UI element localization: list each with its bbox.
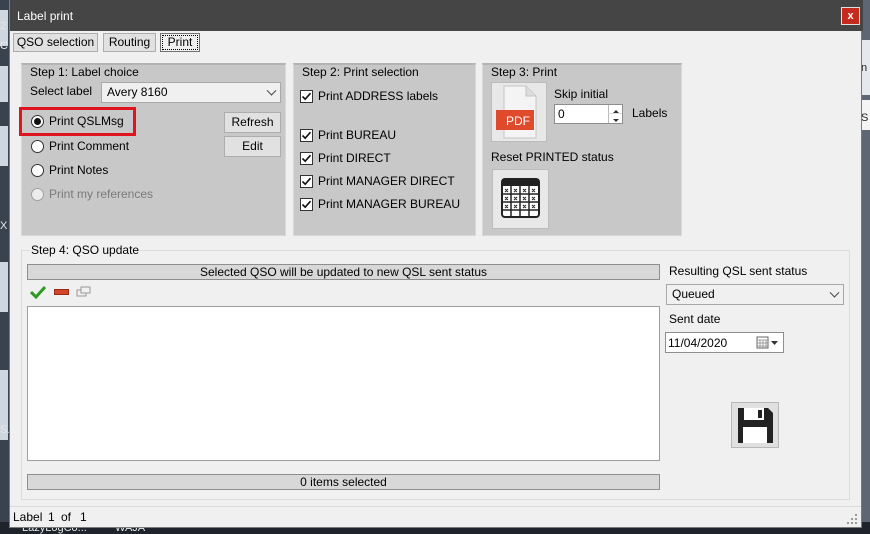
calendar-icon[interactable] <box>756 336 782 350</box>
labels-caption: Labels <box>632 106 668 120</box>
skip-initial-value: 0 <box>558 107 565 121</box>
radio-label-print-notes: Print Notes <box>49 163 109 177</box>
checkbox-print-direct[interactable] <box>300 152 313 165</box>
step1-title: Step 1: Label choice <box>30 65 139 79</box>
skip-initial-label: Skip initial <box>554 87 609 101</box>
pdf-print-button[interactable]: PDF <box>491 82 547 142</box>
desktop-fragment <box>0 126 8 166</box>
checkbox-label-print-manager-bureau: Print MANAGER BUREAU <box>318 197 461 211</box>
checkbox-label-print-manager-direct: Print MANAGER DIRECT <box>318 174 455 188</box>
edit-button[interactable]: Edit <box>224 136 281 157</box>
desktop-edge-text: 2 <box>0 20 7 32</box>
status-bar: Label 1 of 1 <box>10 506 861 527</box>
chevron-down-icon <box>266 85 277 96</box>
items-selected-footer: 0 items selected <box>27 474 660 490</box>
accept-button[interactable] <box>29 285 47 300</box>
desktop-fragment <box>0 262 8 312</box>
pdf-icon <box>496 85 537 139</box>
select-label-caption: Select label <box>30 84 93 98</box>
desktop-edge-text: C <box>0 40 8 52</box>
page-of: of <box>61 510 72 524</box>
radio-label-print-my-references: Print my references <box>49 187 154 201</box>
step2-panel: Step 2: Print selection Print ADDRESS la… <box>293 63 476 236</box>
chevron-down-icon <box>829 287 840 298</box>
desktop-edge-text: X <box>0 220 8 232</box>
radio-print-qslmsg[interactable] <box>31 115 44 128</box>
page-current: 1 <box>48 510 55 524</box>
step2-title: Step 2: Print selection <box>302 65 419 79</box>
spinner-up-button[interactable] <box>608 105 622 114</box>
sent-date-label: Sent date <box>669 312 721 326</box>
radio-print-notes[interactable] <box>31 164 44 177</box>
qso-list[interactable] <box>27 306 660 461</box>
grid-table-icon <box>501 178 540 218</box>
save-button[interactable] <box>731 402 779 448</box>
skip-initial-spinner[interactable]: 0 <box>554 104 623 124</box>
step3-panel: Step 3: Print PDF Skip initial 0 Labels … <box>482 63 682 236</box>
radio-label-print-comment: Print Comment <box>49 139 130 153</box>
title-bar[interactable]: Label print x <box>10 0 863 31</box>
checkbox-label-print-bureau: Print BUREAU <box>318 128 397 142</box>
page-total: 1 <box>80 510 87 524</box>
window-title: Label print <box>17 9 74 23</box>
tab-qso-selection[interactable]: QSO selection <box>13 33 98 52</box>
step3-title: Step 3: Print <box>491 65 558 79</box>
qso-update-header: Selected QSO will be updated to new QSL … <box>27 264 660 280</box>
floppy-disk-icon <box>738 408 773 443</box>
checkbox-label-print-address-labels: Print ADDRESS labels <box>318 89 439 103</box>
qsl-status-value: Queued <box>672 287 715 301</box>
sent-date-picker[interactable]: 11/04/2020 <box>665 332 784 353</box>
radio-label-print-qslmsg: Print QSLMsg <box>49 114 124 128</box>
desktop-edge-text: S <box>861 112 869 124</box>
step4-title: Step 4: QSO update <box>30 243 141 257</box>
sent-date-value: 11/04/2020 <box>668 336 728 350</box>
label-select-value: Avery 8160 <box>107 85 168 99</box>
page-label: Label <box>13 510 43 524</box>
checkbox-print-manager-bureau[interactable] <box>300 198 313 211</box>
reset-printed-label: Reset PRINTED status <box>491 150 614 164</box>
restore-button[interactable] <box>76 286 92 298</box>
spinner-down-button[interactable] <box>608 114 622 123</box>
radio-print-my-references <box>31 188 44 201</box>
triangle-down-icon <box>613 119 619 122</box>
label-select[interactable]: Avery 8160 <box>101 82 281 103</box>
checkmark-icon <box>29 285 47 300</box>
remove-button[interactable] <box>54 289 69 295</box>
desktop-fragment <box>0 66 8 102</box>
tab-routing[interactable]: Routing <box>103 33 156 52</box>
qsl-status-select[interactable]: Queued <box>666 284 844 305</box>
checkbox-print-bureau[interactable] <box>300 129 313 142</box>
step1-panel: Step 1: Label choice Select label Avery … <box>19 63 286 236</box>
checkbox-print-address-labels[interactable] <box>300 90 313 103</box>
resize-grip-icon[interactable] <box>846 513 858 525</box>
desktop-right-edge: n S <box>861 0 870 534</box>
checkbox-label-print-direct: Print DIRECT <box>318 151 391 165</box>
reset-printed-button[interactable] <box>492 169 549 229</box>
checkbox-print-manager-direct[interactable] <box>300 175 313 188</box>
pdf-icon-text: PDF <box>506 114 530 128</box>
resulting-status-label: Resulting QSL sent status <box>669 264 808 278</box>
radio-print-comment[interactable] <box>31 140 44 153</box>
windows-icon <box>76 286 91 297</box>
tab-print[interactable]: Print <box>160 33 200 52</box>
label-print-window: Label print x QSO selection Routing Prin… <box>9 0 863 528</box>
refresh-button[interactable]: Refresh <box>224 112 281 133</box>
close-button[interactable]: x <box>841 7 860 25</box>
